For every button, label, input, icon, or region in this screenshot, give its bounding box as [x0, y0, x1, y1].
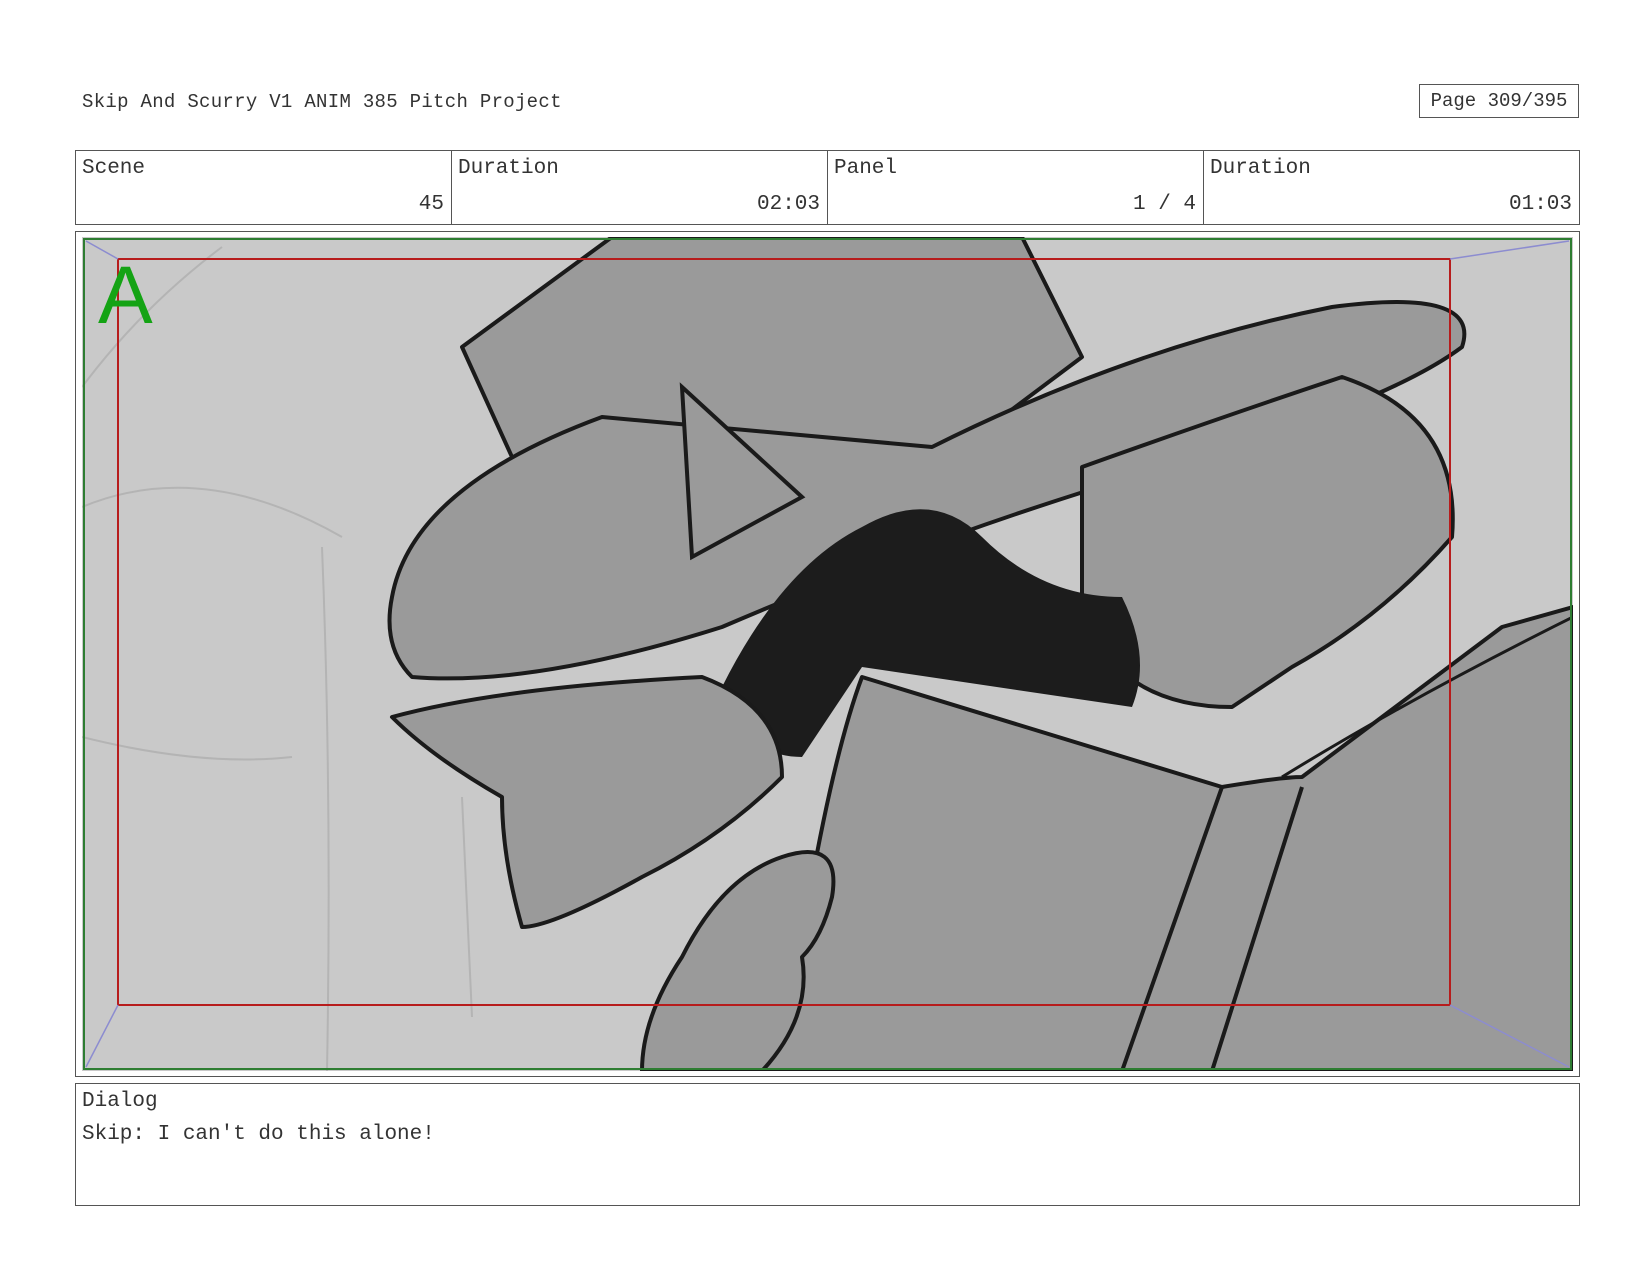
document-title: Skip And Scurry V1 ANIM 385 Pitch Projec… [82, 91, 562, 113]
panel-duration-label: Duration [1210, 157, 1311, 180]
scene-duration-label: Duration [458, 157, 559, 180]
dialog-text: Skip: I can't do this alone! [82, 1123, 435, 1146]
dialog-label: Dialog [82, 1090, 158, 1113]
panel-cell: Panel 1 / 4 [828, 151, 1204, 224]
scene-info-row: Scene 45 Duration 02:03 Panel 1 / 4 Dura… [75, 150, 1580, 225]
scene-label: Scene [82, 157, 146, 180]
sketch-illustration [82, 237, 1573, 1071]
panel-label: Panel [834, 157, 898, 180]
scene-duration-value: 02:03 [756, 193, 820, 216]
panel-duration-cell: Duration 01:03 [1204, 151, 1579, 224]
scene-cell: Scene 45 [76, 151, 452, 224]
hair-left [390, 675, 784, 929]
storyboard-frame [75, 231, 1580, 1077]
scene-value: 45 [418, 193, 444, 216]
dialog-box: Dialog Skip: I can't do this alone! [75, 1083, 1580, 1206]
storyboard-drawing [82, 237, 1573, 1071]
panel-letter: A [98, 250, 153, 341]
page-number: Page 309/395 [1419, 84, 1579, 118]
panel-value: 1 / 4 [1132, 193, 1196, 216]
scene-duration-cell: Duration 02:03 [452, 151, 828, 224]
panel-duration-value: 01:03 [1508, 193, 1572, 216]
